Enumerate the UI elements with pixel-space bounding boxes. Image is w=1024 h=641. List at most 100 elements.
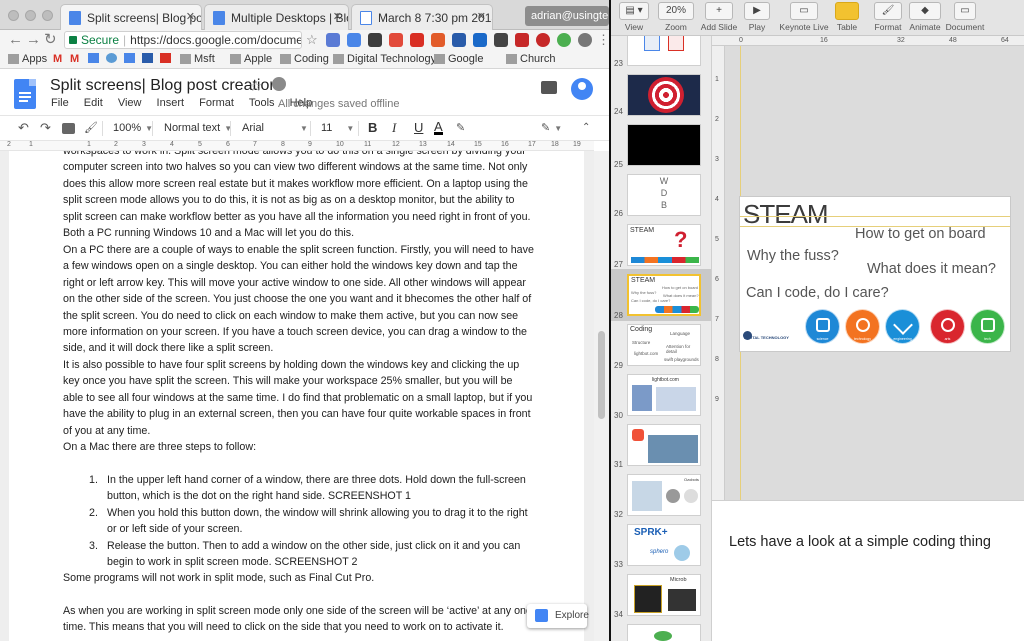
font-size-select[interactable]: 11 ▼ [321, 121, 354, 136]
fullscreen-window-button[interactable] [42, 10, 53, 21]
forward-arrow-icon[interactable]: → [26, 31, 41, 49]
extension-icon[interactable] [326, 33, 340, 47]
engineering-circle-icon[interactable]: engineering [885, 309, 920, 344]
ruler[interactable]: 2 1 1 2 3 4 5 6 7 8 9 10 11 12 13 14 15 … [0, 141, 594, 151]
menu-view[interactable]: View [118, 97, 142, 109]
bookmark-shortcut-icon[interactable] [160, 52, 171, 66]
paragraph[interactable]: On a PC there are a couple of ways to en… [63, 242, 535, 357]
bookmark-apple[interactable]: Apple [230, 52, 272, 66]
slide-navigator[interactable]: 23 24 25 26 W D B 27 STEAM ? 28 STEAM Ho… [611, 36, 712, 641]
bookmark-shortcut-icon[interactable] [106, 52, 117, 66]
minimize-window-button[interactable] [25, 10, 36, 21]
google-docs-logo-icon[interactable] [14, 79, 36, 109]
document-page[interactable]: workspaces to work in. Split screen mode… [9, 151, 584, 641]
text-color-button[interactable]: A [434, 120, 443, 135]
underline-button[interactable]: U [414, 121, 423, 135]
tab-close-icon[interactable]: ✕ [333, 10, 342, 23]
slide-thumbnail-31[interactable] [627, 424, 701, 466]
redo-icon[interactable]: ↷ [40, 121, 51, 135]
tab-split-screens[interactable]: Split screens| Blog post cre ✕ [60, 4, 202, 30]
tech-circle-icon[interactable]: tech [970, 309, 1005, 344]
current-slide[interactable]: STEAM How to get on board Why the fuss? … [740, 197, 1010, 351]
zoom-select[interactable]: 100% ▼ [113, 121, 153, 136]
science-circle-icon[interactable]: science [805, 309, 840, 344]
slide-thumbnail-33[interactable]: SPRK+ sphero [627, 524, 701, 566]
slide-text-how-to-get-on-board[interactable]: How to get on board [855, 226, 986, 242]
bookmark-coding[interactable]: Coding [280, 52, 329, 66]
zoom-button[interactable]: 20% Zoom [658, 2, 694, 32]
document-title[interactable]: Split screens| Blog post creation [50, 77, 278, 95]
extension-icon[interactable] [431, 33, 445, 47]
url-input[interactable]: Secure|https://docs.google.com/document/… [64, 31, 302, 49]
list-item[interactable]: 1. In the upper left hand corner of a win… [89, 472, 539, 505]
slide-thumbnail-29[interactable]: Coding Language Structure Attention for … [627, 324, 701, 366]
format-button[interactable]: 🖌 Format [874, 2, 902, 32]
slide-text-can-i-code[interactable]: Can I code, do I care? [746, 285, 889, 301]
extension-icon[interactable] [473, 33, 487, 47]
presenter-notes-text[interactable]: Lets have a look at a simple coding thin… [729, 531, 1009, 553]
bookmark-shortcut-icon[interactable] [142, 52, 153, 66]
list-item[interactable]: 2. When you hold this button down, the wi… [89, 505, 539, 538]
editing-mode-icon[interactable]: ✎ ▼ [541, 121, 562, 136]
document-button[interactable]: ▭ Document [945, 2, 985, 32]
technology-circle-icon[interactable]: technology [845, 309, 880, 344]
bookmark-google[interactable]: Google [434, 52, 483, 66]
slide-thumbnail-34[interactable]: Microb [627, 574, 701, 616]
paragraph[interactable]: As when you are working in split screen … [63, 603, 535, 636]
slide-text-why-the-fuss[interactable]: Why the fuss? [747, 248, 839, 264]
paragraph[interactable]: On a Mac there are three steps to follow… [63, 439, 535, 455]
slide-thumbnail-26[interactable]: W D B [627, 174, 701, 216]
slide-thumbnail-25[interactable] [627, 124, 701, 166]
italic-button[interactable]: I [392, 121, 396, 135]
bookmark-msft[interactable]: Msft [180, 52, 215, 66]
slide-thumbnail-28[interactable]: STEAM How to get on board Why the fuss? … [627, 274, 701, 316]
bookmark-shortcut-icon[interactable] [124, 52, 135, 66]
slide-thumbnail-32[interactable]: Ozobots [627, 474, 701, 516]
close-window-button[interactable] [8, 10, 19, 21]
keynote-live-button[interactable]: ▭ Keynote Live [776, 2, 832, 32]
bookmark-shortcut-icon[interactable] [88, 52, 99, 66]
account-icon[interactable] [578, 33, 592, 47]
extension-icon[interactable] [347, 33, 361, 47]
style-select[interactable]: Normal text ▼ [164, 121, 232, 136]
paragraph[interactable]: workspaces to work in. Split screen mode… [63, 151, 535, 241]
scrollbar-thumb[interactable] [598, 331, 605, 419]
extension-icon[interactable] [494, 33, 508, 47]
gmail-icon[interactable]: M [53, 52, 62, 66]
presenter-notes[interactable]: Lets have a look at a simple coding thin… [712, 500, 1024, 641]
extension-icon[interactable] [515, 33, 529, 47]
tab-multiple-desktops[interactable]: Multiple Desktops | Blog p ✕ [204, 4, 349, 30]
view-button[interactable]: ▤ ▾ View [619, 2, 649, 32]
list-item[interactable]: 3. Release the button. Then to add a wind… [89, 538, 539, 571]
tab-calendar-event[interactable]: March 8 7:30 pm 2018 - att ✕ [351, 4, 493, 30]
tab-close-icon[interactable]: ✕ [186, 10, 195, 23]
collapse-toolbar-icon[interactable]: ⌃ [582, 121, 590, 135]
add-slide-button[interactable]: + Add Slide [699, 2, 739, 32]
extension-icon[interactable] [557, 33, 571, 47]
reload-icon[interactable]: ↻ [44, 31, 57, 49]
play-button[interactable]: ▶ Play [744, 2, 770, 32]
star-icon[interactable]: ☆ [249, 77, 262, 95]
extension-icon[interactable] [452, 33, 466, 47]
bookmark-star-icon[interactable]: ☆ [306, 31, 318, 49]
extension-icon[interactable] [368, 33, 382, 47]
back-arrow-icon[interactable]: ← [8, 31, 23, 49]
slide-thumbnail-23[interactable] [627, 36, 701, 66]
document-scrollbar[interactable] [594, 151, 609, 641]
print-icon[interactable] [62, 123, 75, 134]
extension-icon[interactable] [389, 33, 403, 47]
document-canvas[interactable]: workspaces to work in. Split screen mode… [0, 151, 594, 641]
bookmark-apps[interactable]: Apps [8, 52, 47, 66]
avatar[interactable] [571, 78, 593, 100]
menu-file[interactable]: File [51, 97, 69, 109]
slide-thumbnail-35[interactable] [627, 624, 701, 641]
bookmark-church[interactable]: Church [506, 52, 555, 66]
slide-thumbnail-27[interactable]: STEAM ? [627, 224, 701, 266]
bookmark-digital-technology[interactable]: Digital Technology [333, 52, 436, 66]
undo-icon[interactable]: ↶ [18, 121, 29, 135]
tab-close-icon[interactable]: ✕ [477, 10, 486, 23]
extension-icon[interactable] [410, 33, 424, 47]
menu-edit[interactable]: Edit [84, 97, 103, 109]
menu-insert[interactable]: Insert [157, 97, 185, 109]
arts-circle-icon[interactable]: arts [930, 309, 965, 344]
